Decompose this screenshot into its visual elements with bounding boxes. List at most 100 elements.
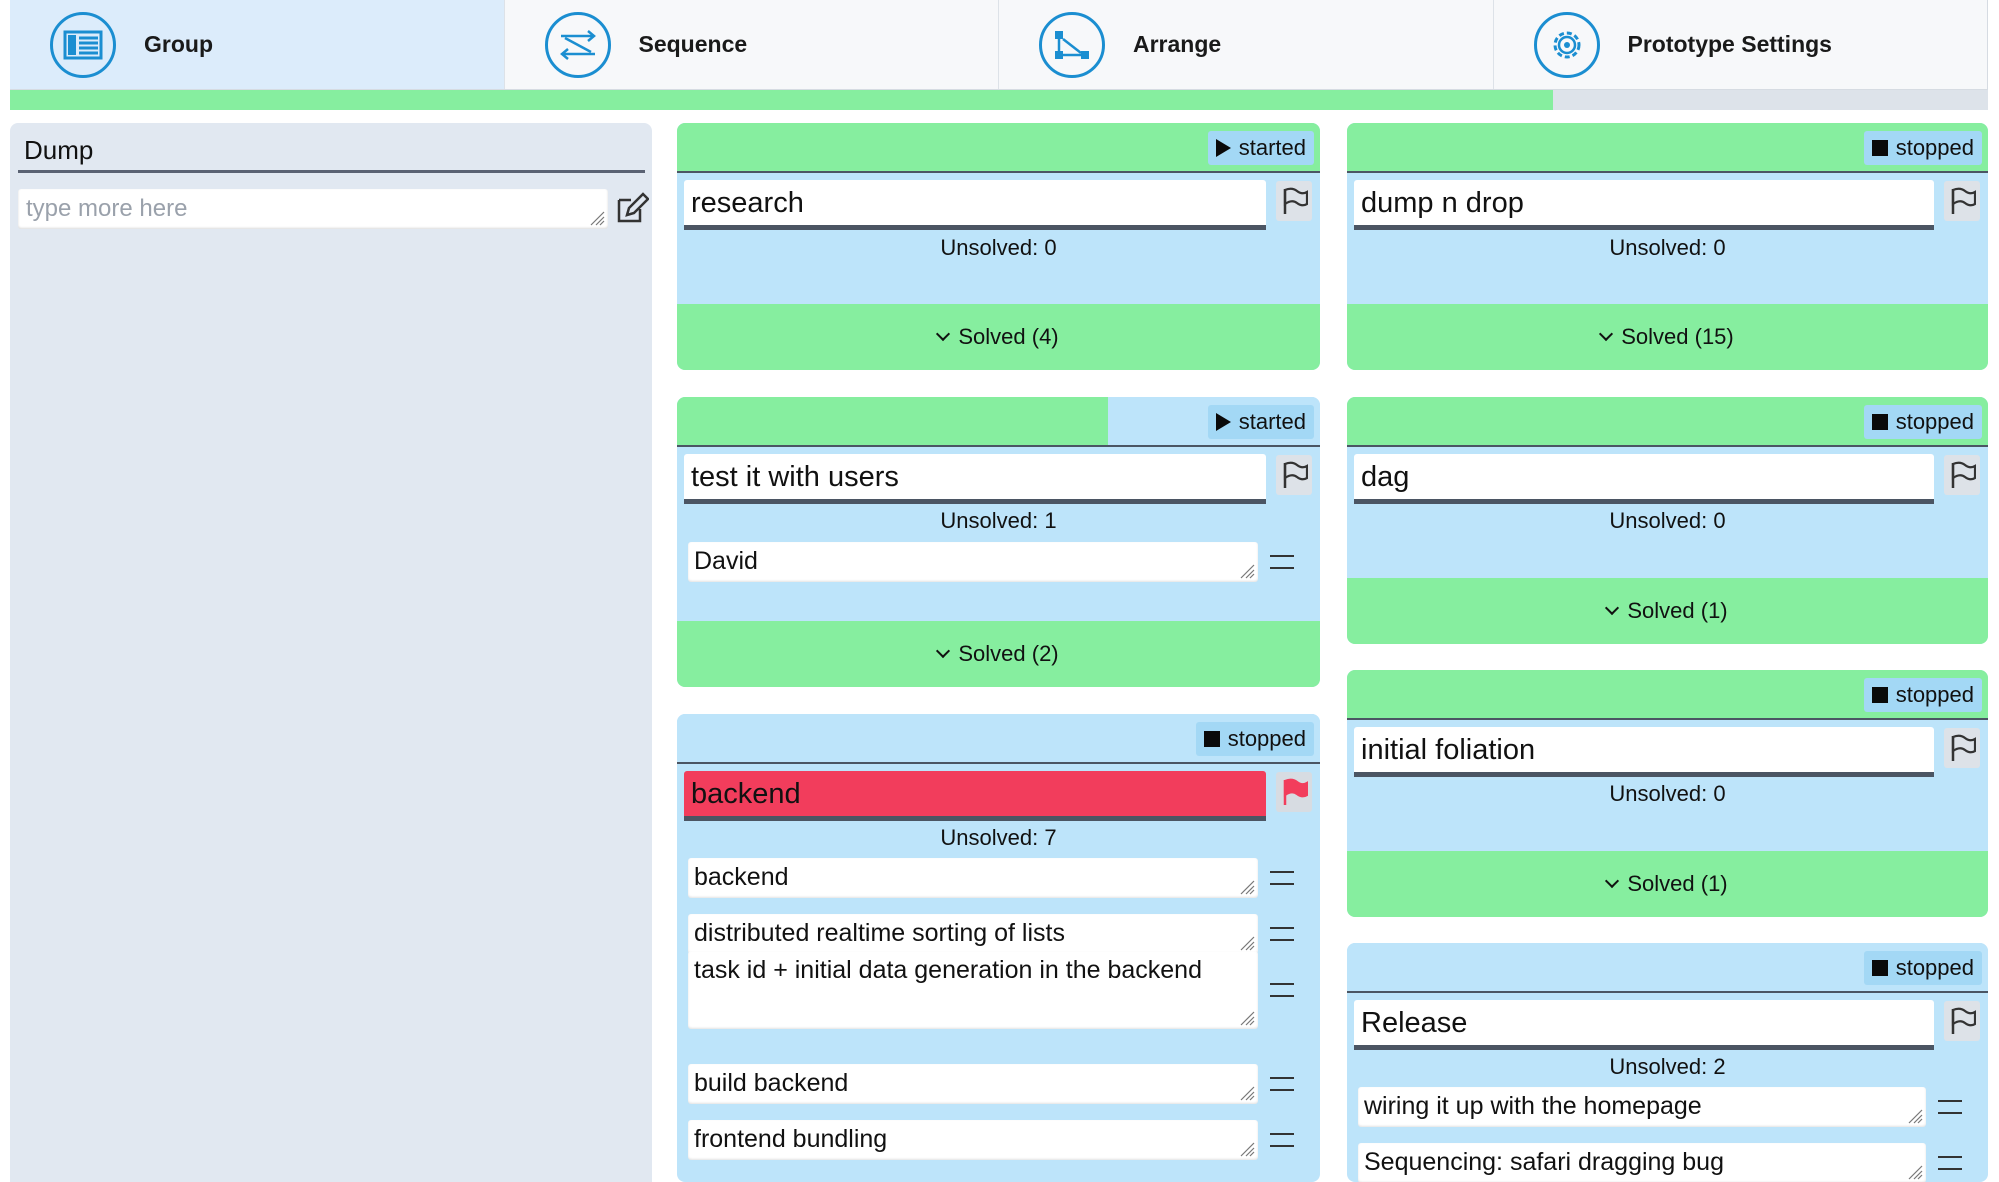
tab-prototype-settings-label: Prototype Settings	[1627, 31, 1832, 57]
card-title-input[interactable]: research	[684, 180, 1266, 230]
solved-count: Solved (1)	[1627, 598, 1728, 623]
goal-card: stopped dump n drop Unsolved: 0 Solved (1…	[1347, 123, 1988, 370]
card-header: stopped	[1347, 943, 1988, 993]
resize-grip-icon[interactable]	[1907, 1164, 1923, 1180]
group-list-icon	[50, 11, 116, 78]
card-header: started	[677, 397, 1320, 447]
flag-icon[interactable]	[1944, 728, 1980, 768]
drag-handle-icon[interactable]	[1270, 1077, 1294, 1091]
solved-toggle-button[interactable]: Solved (1)	[1347, 578, 1988, 644]
status-toggle-button[interactable]: stopped	[1863, 131, 1982, 165]
status-label: stopped	[1895, 135, 1974, 160]
unsolved-count: Unsolved: 0	[1609, 508, 1726, 533]
card-header: stopped	[1347, 123, 1988, 173]
dump-input[interactable]: type more here	[18, 189, 608, 229]
unsolved-count: Unsolved: 2	[1609, 1054, 1726, 1079]
resize-grip-icon[interactable]	[1239, 1085, 1255, 1101]
task-input[interactable]: Sequencing: safari dragging bug	[1358, 1143, 1926, 1182]
tab-group[interactable]: Group	[10, 0, 505, 89]
resize-grip-icon[interactable]	[1239, 563, 1255, 579]
status-toggle-button[interactable]: stopped	[1863, 951, 1982, 985]
unsolved-count: Unsolved: 7	[940, 825, 1057, 850]
status-toggle-button[interactable]: stopped	[1863, 405, 1982, 439]
drag-handle-icon[interactable]	[1270, 927, 1294, 941]
edit-pencil-icon[interactable]	[615, 191, 650, 230]
resize-grip-icon[interactable]	[1907, 1108, 1923, 1124]
unsolved-count: Unsolved: 0	[940, 235, 1057, 260]
goal-card: stopped backend Unsolved: 7 backend distrib…	[677, 714, 1320, 1182]
task-input[interactable]: wiring it up with the homepage	[1358, 1087, 1926, 1127]
settings-gear-icon	[1533, 11, 1600, 78]
solved-count: Solved (2)	[958, 641, 1059, 666]
goal-card: started research Unsolved: 0 Solved (4)	[677, 123, 1320, 370]
task-input[interactable]: backend	[688, 858, 1258, 898]
stop-icon	[1871, 414, 1888, 430]
flag-icon[interactable]	[1276, 455, 1312, 495]
status-label: started	[1238, 135, 1306, 160]
tab-group-label: Group	[144, 31, 213, 57]
resize-grip-icon[interactable]	[1239, 1141, 1255, 1157]
card-title-input[interactable]: backend	[684, 771, 1266, 821]
drag-handle-icon[interactable]	[1938, 1100, 1962, 1114]
card-header: stopped	[677, 714, 1320, 764]
status-label: stopped	[1227, 726, 1306, 751]
status-toggle-button[interactable]: started	[1207, 131, 1314, 165]
flag-icon[interactable]	[1276, 181, 1312, 221]
resize-grip-icon[interactable]	[1239, 879, 1255, 895]
drag-handle-icon[interactable]	[1270, 983, 1294, 997]
solved-toggle-button[interactable]: Solved (1)	[1347, 851, 1988, 917]
task-input[interactable]: frontend bundling	[688, 1120, 1258, 1160]
card-title-input[interactable]: dag	[1354, 454, 1934, 504]
dump-title: Dump	[18, 131, 645, 173]
resize-grip-icon[interactable]	[1239, 1010, 1255, 1026]
flag-icon[interactable]	[1276, 772, 1312, 812]
solved-toggle-button[interactable]: Solved (4)	[677, 304, 1320, 370]
overall-progress-fill	[10, 90, 1553, 110]
status-toggle-button[interactable]: started	[1207, 405, 1314, 439]
goal-card: stopped Release Unsolved: 2 wiring it up w…	[1347, 943, 1988, 1182]
chevron-down-icon	[936, 326, 951, 342]
drag-handle-icon[interactable]	[1270, 1133, 1294, 1147]
stop-icon	[1871, 140, 1888, 156]
task-input[interactable]: task id + initial data generation in the…	[688, 951, 1258, 1029]
resize-grip-icon[interactable]	[589, 210, 605, 226]
tab-arrange[interactable]: Arrange	[999, 0, 1494, 89]
solved-toggle-button[interactable]: Solved (15)	[1347, 304, 1988, 370]
task-input[interactable]: distributed realtime sorting of lists	[688, 914, 1258, 954]
task-input[interactable]: build backend	[688, 1064, 1258, 1104]
solved-toggle-button[interactable]: Solved (2)	[677, 621, 1320, 687]
dump-panel: Dump type more here	[10, 123, 652, 1182]
task-input[interactable]: David	[688, 542, 1258, 582]
solved-count: Solved (1)	[1627, 871, 1728, 896]
tab-sequence-label: Sequence	[638, 31, 748, 57]
sequence-arrows-icon	[544, 11, 611, 78]
flag-icon[interactable]	[1944, 455, 1980, 495]
drag-handle-icon[interactable]	[1938, 1156, 1962, 1170]
overall-progress-bar	[10, 90, 1988, 110]
goal-card: stopped dag Unsolved: 0 Solved (1)	[1347, 397, 1988, 644]
resize-grip-icon[interactable]	[1239, 935, 1255, 951]
card-header: stopped	[1347, 670, 1988, 720]
status-label: stopped	[1895, 682, 1974, 707]
card-title-input[interactable]: dump n drop	[1354, 180, 1934, 230]
chevron-down-icon	[1605, 600, 1620, 616]
status-label: started	[1238, 409, 1306, 434]
tab-sequence[interactable]: Sequence	[504, 0, 999, 89]
card-title-input[interactable]: test it with users	[684, 454, 1266, 504]
drag-handle-icon[interactable]	[1270, 555, 1294, 569]
stop-icon	[1871, 960, 1888, 976]
status-toggle-button[interactable]: stopped	[1863, 678, 1982, 712]
card-title-input[interactable]: Release	[1354, 1000, 1934, 1050]
tab-prototype-settings[interactable]: Prototype Settings	[1493, 0, 1988, 89]
flag-icon[interactable]	[1944, 181, 1980, 221]
card-title-input[interactable]: initial foliation	[1354, 727, 1934, 777]
status-label: stopped	[1895, 409, 1974, 434]
chevron-down-icon	[1599, 326, 1614, 342]
drag-handle-icon[interactable]	[1270, 871, 1294, 885]
unsolved-count: Unsolved: 0	[1609, 781, 1726, 806]
play-icon	[1215, 139, 1231, 157]
flag-icon[interactable]	[1944, 1001, 1980, 1041]
status-toggle-button[interactable]: stopped	[1195, 722, 1314, 756]
goal-card: stopped initial foliation Unsolved: 0 Sol…	[1347, 670, 1988, 917]
goal-card: started test it with users Unsolved: 1 Dav…	[677, 397, 1320, 687]
